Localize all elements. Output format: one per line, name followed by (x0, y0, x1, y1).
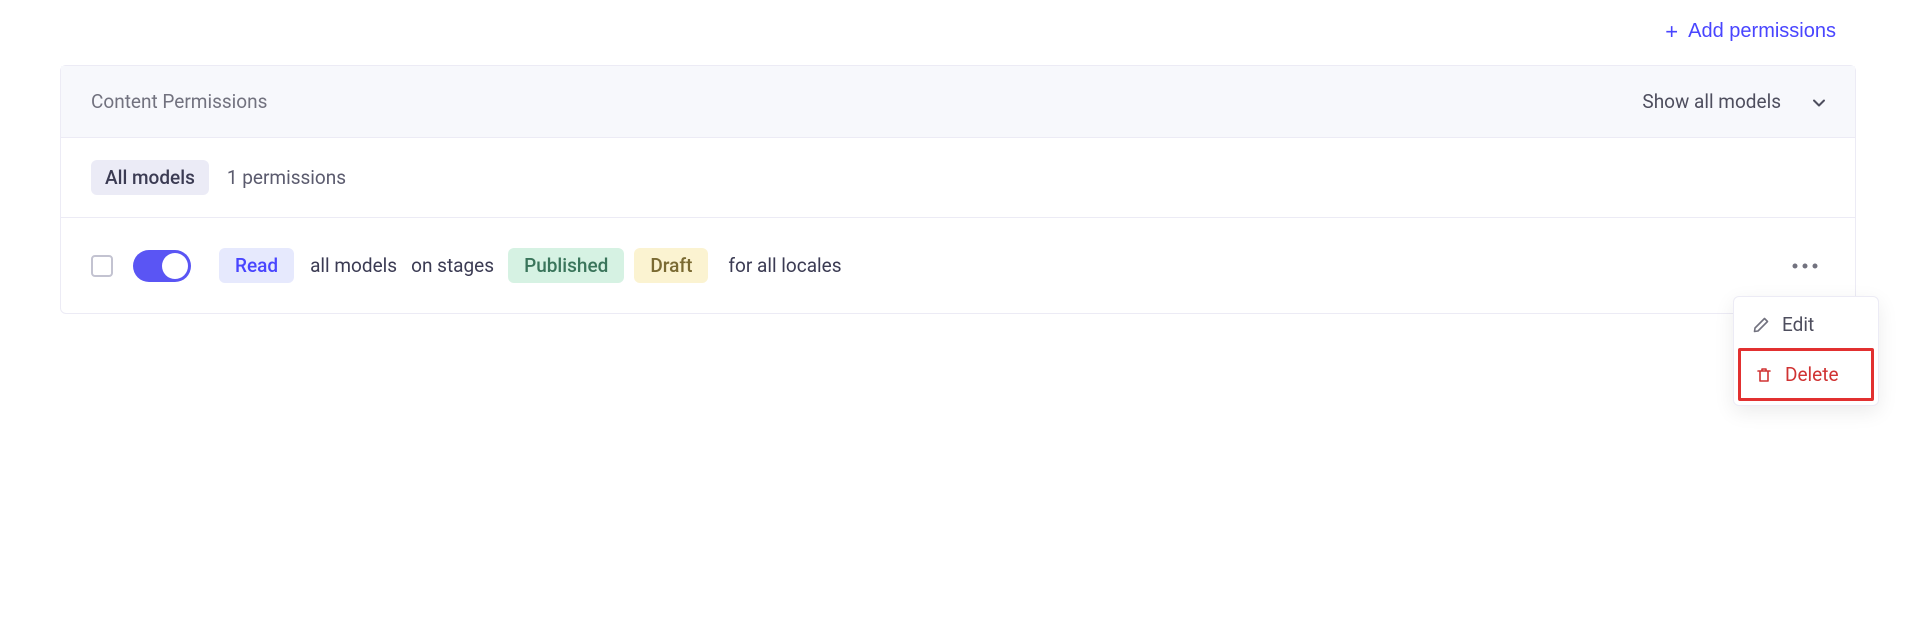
panel-header: Content Permissions Show all models (61, 66, 1855, 138)
filter-label: Show all models (1642, 90, 1781, 113)
summary-row: All models 1 permissions (61, 138, 1855, 218)
permission-row: Read all models on stages Published Draf… (61, 218, 1855, 313)
locale-text: for all locales (728, 254, 841, 277)
menu-item-edit[interactable]: Edit (1738, 301, 1874, 348)
add-permissions-button[interactable]: + Add permissions (1665, 20, 1836, 43)
panel-title: Content Permissions (91, 90, 267, 113)
add-permissions-label: Add permissions (1688, 20, 1836, 43)
menu-edit-label: Edit (1782, 313, 1814, 336)
permission-checkbox[interactable] (91, 255, 113, 277)
trash-icon (1755, 366, 1773, 384)
permissions-count: 1 permissions (227, 166, 346, 189)
more-actions-button[interactable] (1785, 251, 1825, 281)
menu-delete-label: Delete (1785, 363, 1839, 386)
scope-text: all models (310, 254, 397, 277)
dots-horizontal-icon (1791, 262, 1819, 270)
stage-prefix: on stages (411, 254, 494, 277)
permission-toggle[interactable] (133, 250, 191, 282)
plus-icon: + (1665, 21, 1678, 43)
content-permissions-panel: Content Permissions Show all models All … (60, 65, 1856, 314)
filter-dropdown[interactable]: Show all models (1642, 90, 1825, 113)
stage-badge-draft: Draft (634, 248, 708, 283)
action-badge-read: Read (219, 248, 294, 283)
chevron-down-icon (1811, 95, 1825, 109)
scope-pill: All models (91, 160, 209, 195)
pencil-icon (1752, 316, 1770, 334)
context-menu: Edit Delete (1733, 296, 1879, 406)
stage-badge-published: Published (508, 248, 624, 283)
menu-item-delete[interactable]: Delete (1738, 348, 1874, 401)
